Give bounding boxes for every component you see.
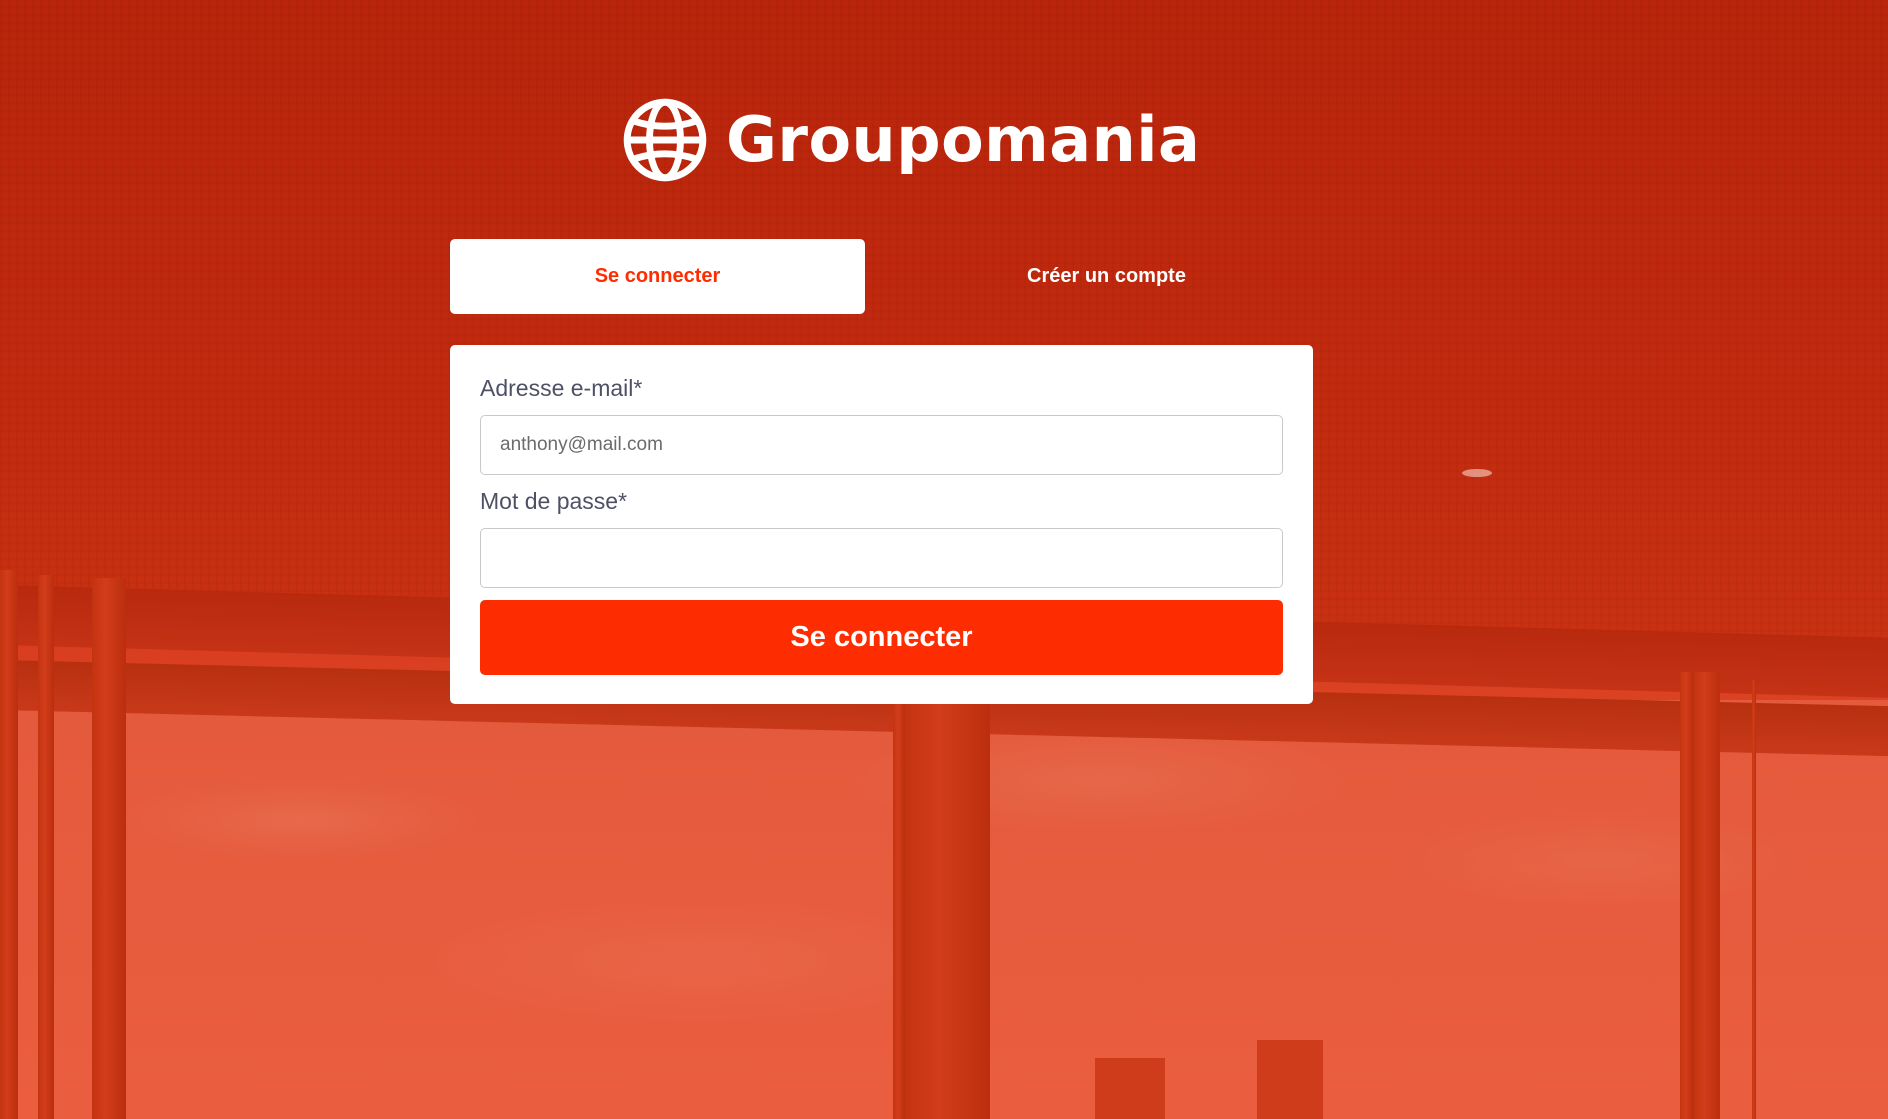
- background-pillar: [0, 570, 18, 1119]
- brand-logo: Groupomania: [622, 95, 1200, 185]
- tab-login[interactable]: Se connecter: [450, 239, 865, 314]
- password-label: Mot de passe*: [480, 488, 628, 514]
- password-field[interactable]: [480, 528, 1283, 588]
- background-building: [1257, 1040, 1323, 1119]
- email-field[interactable]: [480, 415, 1283, 475]
- background-pillar: [905, 700, 990, 1119]
- brand-name: Groupomania: [726, 103, 1201, 176]
- background-building: [1095, 1058, 1165, 1119]
- background-pillar: [1752, 680, 1756, 1119]
- ceiling-light: [1462, 469, 1492, 477]
- background-pillar: [38, 575, 54, 1119]
- background-pillar: [92, 578, 126, 1119]
- background-pillar: [893, 700, 905, 1119]
- background-pillar: [1680, 672, 1694, 1119]
- login-page: Groupomania Se connecter Créer un compte…: [0, 0, 1888, 1119]
- login-button[interactable]: Se connecter: [480, 600, 1283, 675]
- email-label: Adresse e-mail*: [480, 375, 643, 401]
- globe-icon: [623, 98, 707, 182]
- tab-signup[interactable]: Créer un compte: [899, 239, 1314, 314]
- background-pillar: [1694, 672, 1720, 1119]
- login-form: Adresse e-mail* Mot de passe* Se connect…: [450, 345, 1313, 704]
